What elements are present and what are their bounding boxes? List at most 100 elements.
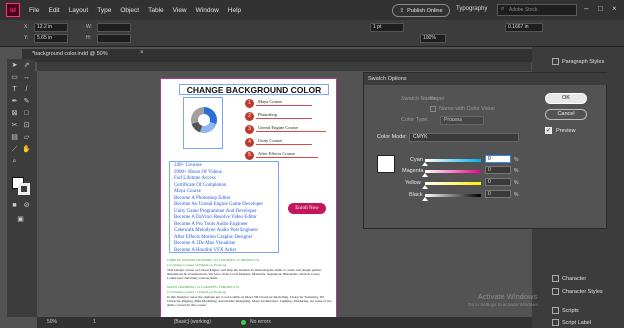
maximize-icon[interactable]: □: [598, 4, 603, 13]
hand-tool-icon[interactable]: ✋: [22, 145, 31, 154]
menu-object[interactable]: Object: [120, 7, 139, 14]
gradient-tool-icon[interactable]: ▤: [10, 133, 19, 142]
list-item: Become A Pro Tools Audio Engineer: [174, 221, 248, 227]
stroke-weight-field[interactable]: 1 pt: [370, 23, 404, 32]
panel-paragraph-styles[interactable]: Paragraph Styles: [562, 59, 604, 65]
yellow-field[interactable]: 0: [485, 178, 511, 186]
cancel-button[interactable]: Cancel: [545, 109, 587, 120]
pen-tool-icon[interactable]: ✒: [10, 97, 19, 106]
close-tab-icon[interactable]: ×: [140, 50, 144, 56]
document-page[interactable]: CHANGE BACKGROUND COLOR 1 Maya Course 2 …: [160, 78, 337, 317]
cyan-label: Cyan: [410, 157, 423, 163]
menu-view[interactable]: View: [173, 7, 187, 14]
course-label-1[interactable]: Maya Course: [256, 99, 312, 106]
apply-none-icon[interactable]: ⊘: [22, 201, 31, 210]
para2-subheading: (12 Online Courses | 3 Hands-on Projects…: [167, 290, 227, 294]
rectangle-frame-tool-icon[interactable]: ⊠: [10, 109, 19, 118]
apply-color-icon[interactable]: ■: [10, 201, 19, 210]
color-type-label: Color Type:: [401, 117, 430, 123]
yellow-slider[interactable]: [425, 182, 481, 185]
course-label-2[interactable]: Photoshop: [256, 112, 312, 119]
eyedropper-tool-icon[interactable]: ⟋: [10, 145, 19, 154]
free-transform-tool-icon[interactable]: ⊡: [22, 121, 31, 130]
publish-label: Publish Online: [407, 7, 443, 14]
screen-mode-icon[interactable]: ▣: [16, 215, 25, 224]
adobe-stock-search[interactable]: ⌕ Adobe Stock: [497, 4, 577, 16]
horizontal-ruler[interactable]: [37, 62, 531, 71]
panel-character-styles[interactable]: Character Styles: [562, 289, 603, 295]
panel-scripts[interactable]: Scripts: [562, 308, 579, 314]
yellow-slider-knob[interactable]: [422, 185, 428, 189]
h-field[interactable]: [97, 34, 131, 43]
y-label: Y:: [24, 35, 29, 41]
document-tab-bar: *background color.indd @ 50% ×: [22, 49, 532, 62]
cyan-slider[interactable]: [425, 159, 481, 162]
magenta-field[interactable]: 0: [485, 166, 511, 174]
ok-button[interactable]: OK: [545, 93, 587, 104]
line-tool-icon[interactable]: /: [22, 85, 31, 94]
document-tab[interactable]: *background color.indd @ 50%: [32, 51, 108, 57]
rectangle-tool-icon[interactable]: □: [22, 109, 31, 118]
gap-tool-icon[interactable]: ↔: [22, 73, 31, 82]
opacity-field[interactable]: 100%: [420, 34, 446, 43]
page-title[interactable]: CHANGE BACKGROUND COLOR: [179, 84, 329, 95]
pencil-tool-icon[interactable]: ✎: [22, 97, 31, 106]
preflight-status[interactable]: No errors: [250, 319, 271, 325]
reference-field[interactable]: 0.1667 in: [505, 23, 543, 32]
direct-selection-tool-icon[interactable]: ⇗: [22, 61, 31, 70]
black-slider[interactable]: [425, 194, 481, 197]
course-number-1: 1: [245, 99, 254, 108]
activate-windows-subtext: Go to Settings to activate Windows.: [468, 302, 540, 307]
preview-checkbox[interactable]: ✓: [545, 127, 552, 134]
menu-edit[interactable]: Edit: [48, 7, 59, 14]
h-label: H:: [86, 35, 91, 41]
close-icon[interactable]: ×: [612, 4, 617, 13]
publish-online-button[interactable]: ⇪ Publish Online: [392, 4, 450, 17]
panel-character[interactable]: Character: [562, 276, 586, 282]
menu-type[interactable]: Type: [97, 7, 111, 14]
name-with-color-checkbox[interactable]: [430, 106, 436, 112]
menu-file[interactable]: File: [29, 7, 39, 14]
swatch-name-value: Paper: [430, 96, 445, 102]
zoom-tool-icon[interactable]: ⌕: [10, 157, 19, 166]
color-type-select[interactable]: Process: [440, 116, 484, 125]
list-item: Become An Unreal Engine Game Developer: [174, 202, 263, 207]
course-number-2: 2: [245, 112, 254, 121]
w-field[interactable]: [97, 23, 131, 32]
enroll-now-button[interactable]: Enroll Now: [288, 203, 326, 214]
page-number[interactable]: 1: [93, 319, 96, 325]
x-field[interactable]: 12.2 in: [34, 23, 68, 32]
color-mode-select[interactable]: CMYK: [409, 133, 519, 142]
style-indicator[interactable]: [Basic] (working): [174, 319, 211, 325]
list-item: 240+ Courses: [174, 163, 202, 168]
stroke-swatch[interactable]: [18, 183, 30, 195]
cyan-field[interactable]: 0: [485, 155, 511, 163]
magenta-slider-knob[interactable]: [422, 173, 428, 177]
black-field[interactable]: 0: [485, 190, 511, 198]
minimize-icon[interactable]: –: [584, 4, 588, 13]
selection-tool-icon[interactable]: ➤: [10, 61, 19, 70]
menu-help[interactable]: Help: [228, 7, 241, 14]
magenta-slider[interactable]: [425, 170, 481, 173]
zoom-level[interactable]: 50%: [47, 319, 57, 325]
black-slider-knob[interactable]: [422, 197, 428, 201]
type-tool-icon[interactable]: T: [10, 85, 19, 94]
page-tool-icon[interactable]: ▭: [10, 73, 19, 82]
publish-icon: ⇪: [399, 7, 405, 14]
course-label-3[interactable]: Unreal Engine Course: [256, 125, 326, 132]
y-field[interactable]: 5.65 in: [34, 34, 68, 43]
indesign-logo: Id: [6, 3, 20, 17]
panel-script-label[interactable]: Script Label: [562, 320, 591, 326]
list-item: Become A Houdini VFX Artist: [174, 247, 236, 253]
cyan-slider-knob[interactable]: [422, 162, 428, 166]
note-tool-icon[interactable]: ▱: [22, 133, 31, 142]
scissors-tool-icon[interactable]: ✂: [10, 121, 19, 130]
course-label-5[interactable]: After Effects Course: [256, 151, 318, 158]
workspace-switcher[interactable]: Typography: [456, 6, 487, 12]
list-item: Maya Course: [174, 189, 201, 194]
menu-window[interactable]: Window: [196, 7, 219, 14]
menu-layout[interactable]: Layout: [69, 7, 89, 14]
course-label-4[interactable]: Unity Course: [256, 138, 312, 145]
menu-table[interactable]: Table: [148, 7, 164, 14]
course-list-frame[interactable]: 240+ Courses 2000+ Hours Of Videos Full …: [169, 161, 279, 253]
